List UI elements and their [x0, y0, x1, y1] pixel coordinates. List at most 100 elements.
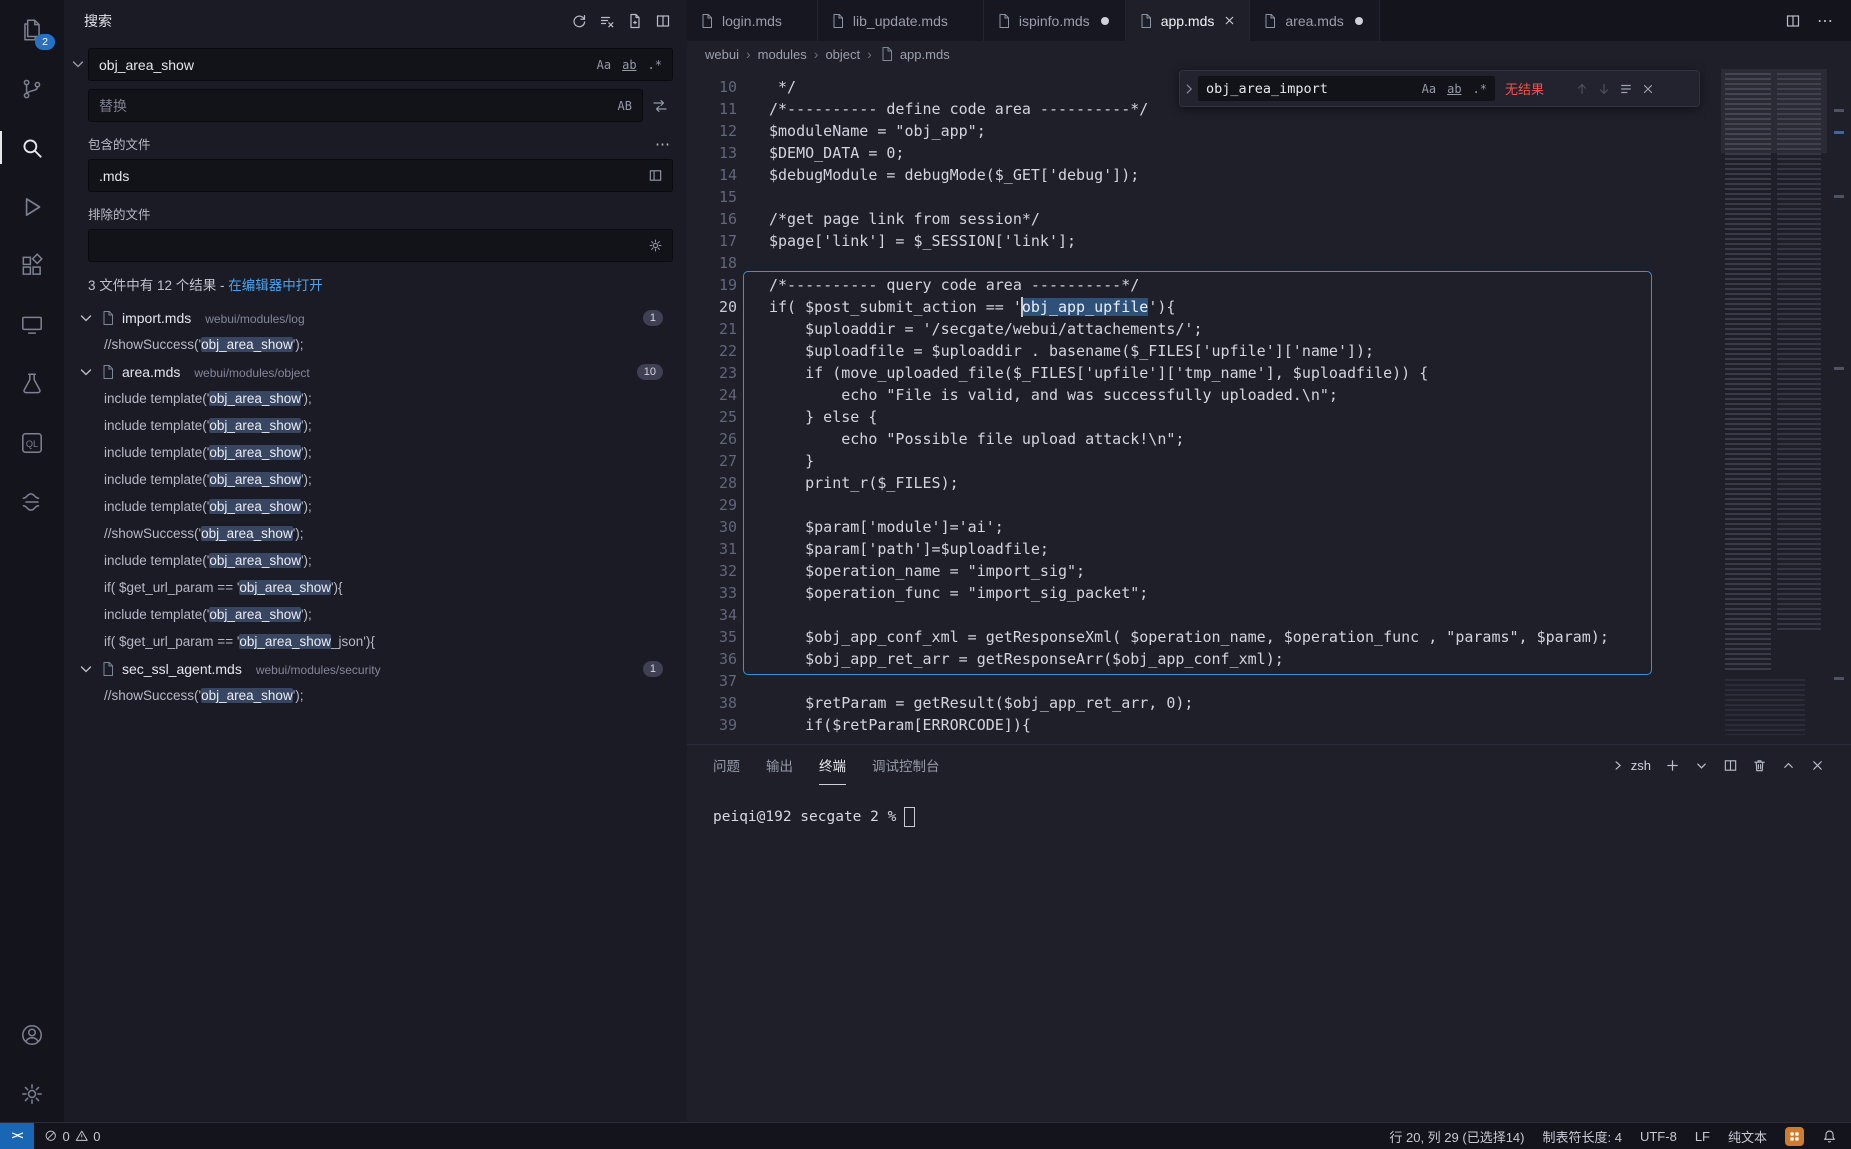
more-actions-icon[interactable]: ⋯	[1817, 11, 1833, 31]
kill-terminal-icon[interactable]	[1752, 758, 1767, 773]
eol-sequence[interactable]: LF	[1695, 1129, 1710, 1144]
maximize-panel-icon[interactable]	[1781, 758, 1796, 773]
open-results-in-editor-icon[interactable]	[655, 13, 671, 29]
preserve-case-toggle[interactable]: AB	[614, 97, 636, 115]
settings-button[interactable]	[0, 1064, 64, 1123]
notifications-bell-icon[interactable]	[1822, 1129, 1837, 1144]
modified-dot-icon[interactable]	[1097, 17, 1113, 25]
testing-button[interactable]	[0, 354, 64, 413]
tab-area-mds[interactable]: area.mds	[1250, 0, 1379, 41]
extensions-button[interactable]	[0, 236, 64, 295]
search-result-file-row[interactable]: import.mds webui/modules/log 1	[64, 304, 687, 331]
tab-login-mds[interactable]: login.mds	[687, 0, 818, 41]
open-in-editor-link[interactable]: 在编辑器中打开	[228, 278, 323, 293]
chevron-down-icon[interactable]	[78, 661, 94, 677]
match-pre: include template('	[104, 391, 209, 406]
search-open-editors-icon[interactable]	[644, 168, 666, 183]
ql-extension-button[interactable]: QL	[0, 413, 64, 472]
orange-extension-icon[interactable]	[1785, 1127, 1804, 1146]
tab-ispinfo-mds[interactable]: ispinfo.mds	[984, 0, 1126, 41]
regex-toggle[interactable]: .*	[1469, 80, 1491, 98]
tab-output[interactable]: 输出	[766, 745, 793, 785]
indentation[interactable]: 制表符长度: 4	[1543, 1127, 1622, 1146]
new-search-editor-icon[interactable]	[627, 13, 643, 29]
remote-indicator[interactable]: ><	[0, 1123, 34, 1149]
search-match-row[interactable]: include template('obj_area_show');	[64, 439, 687, 466]
remote-explorer-button[interactable]	[0, 295, 64, 354]
next-match-icon[interactable]	[1593, 78, 1615, 100]
search-match-row[interactable]: //showSuccess('obj_area_show');	[64, 520, 687, 547]
cursor-position[interactable]: 行 20, 列 29 (已选择14)	[1389, 1127, 1524, 1146]
minimap[interactable]	[1721, 67, 1827, 744]
code-text-pre: $moduleName = "obj_app";	[769, 122, 986, 140]
split-terminal-icon[interactable]	[1723, 758, 1738, 773]
modified-dot-icon[interactable]	[1351, 17, 1367, 25]
previous-match-icon[interactable]	[1571, 78, 1593, 100]
whole-word-toggle[interactable]: ab	[618, 56, 640, 74]
editor-scrollbar[interactable]	[1827, 67, 1851, 744]
match-case-toggle[interactable]: Aa	[593, 56, 615, 74]
errors-count[interactable]: 0	[63, 1129, 70, 1144]
whole-word-toggle[interactable]: ab	[1443, 80, 1465, 98]
split-editor-icon[interactable]	[1785, 13, 1801, 29]
search-match-row[interactable]: include template('obj_area_show');	[64, 601, 687, 628]
replace-input[interactable]: 替换 AB	[88, 89, 643, 122]
code-editor[interactable]: 10 */ 11/*---------- define code area --…	[687, 67, 1851, 744]
toggle-replace-chevron-icon[interactable]	[1180, 82, 1198, 96]
search-match-row[interactable]: if( $get_url_param == 'obj_area_show'){	[64, 574, 687, 601]
chevron-right-icon: ›	[814, 46, 819, 62]
regex-toggle[interactable]: .*	[644, 56, 666, 74]
tab-problems[interactable]: 问题	[713, 745, 740, 785]
match-post: ');	[301, 445, 312, 460]
breadcrumb-item[interactable]: object	[825, 47, 860, 62]
terminal-shell-item[interactable]: zsh	[1612, 758, 1651, 773]
tab-terminal[interactable]: 终端	[819, 745, 846, 785]
terminal-dropdown-icon[interactable]	[1694, 758, 1709, 773]
match-case-toggle[interactable]: Aa	[1418, 80, 1440, 98]
terminal-content[interactable]: peiqi@192 secgate 2 %	[713, 807, 1851, 827]
match-post: ');	[301, 553, 312, 568]
chevron-down-icon[interactable]	[78, 310, 94, 326]
search-match-row[interactable]: //showSuccess('obj_area_show');	[64, 682, 687, 709]
tab-app-mds[interactable]: app.mds	[1126, 0, 1251, 41]
search-match-row[interactable]: if( $get_url_param == 'obj_area_show_jso…	[64, 628, 687, 655]
files-to-exclude-input[interactable]	[88, 229, 673, 262]
search-match-row[interactable]: include template('obj_area_show');	[64, 493, 687, 520]
encoding[interactable]: UTF-8	[1640, 1129, 1677, 1144]
accounts-button[interactable]	[0, 1005, 64, 1064]
breadcrumb-file[interactable]: app.mds	[879, 46, 950, 62]
language-mode[interactable]: 纯文本	[1728, 1127, 1767, 1146]
run-debug-button[interactable]	[0, 177, 64, 236]
use-exclude-settings-gear-icon[interactable]	[644, 238, 666, 253]
find-input[interactable]: obj_area_import Aa ab .*	[1198, 76, 1495, 101]
search-input[interactable]: obj_area_show Aa ab .*	[88, 48, 673, 81]
close-icon[interactable]	[1637, 78, 1659, 100]
search-result-file-row[interactable]: sec_ssl_agent.mds webui/modules/security…	[64, 655, 687, 682]
close-panel-icon[interactable]	[1810, 758, 1825, 773]
search-match-row[interactable]: //showSuccess('obj_area_show');	[64, 331, 687, 358]
toggle-replace-button[interactable]	[68, 48, 88, 122]
refresh-icon[interactable]	[571, 13, 587, 29]
files-to-include-input[interactable]: .mds	[88, 159, 673, 192]
flow-extension-button[interactable]	[0, 472, 64, 531]
close-icon[interactable]	[1221, 14, 1237, 27]
search-details-toggle-icon[interactable]: ⋯	[655, 135, 671, 153]
find-in-selection-icon[interactable]	[1615, 78, 1637, 100]
breadcrumb-item[interactable]: webui	[705, 47, 739, 62]
replace-all-button[interactable]	[647, 93, 673, 119]
clear-search-results-icon[interactable]	[599, 13, 615, 29]
new-terminal-icon[interactable]	[1665, 758, 1680, 773]
search-result-file-row[interactable]: area.mds webui/modules/object 10	[64, 358, 687, 385]
explorer-button[interactable]: 2	[0, 0, 64, 59]
warnings-count[interactable]: 0	[93, 1129, 100, 1144]
source-control-button[interactable]	[0, 59, 64, 118]
search-match-row[interactable]: include template('obj_area_show');	[64, 466, 687, 493]
tab-lib-update-mds[interactable]: lib_update.mds	[818, 0, 984, 41]
tab-debug-console[interactable]: 调试控制台	[872, 745, 940, 785]
chevron-down-icon[interactable]	[78, 364, 94, 380]
search-match-row[interactable]: include template('obj_area_show');	[64, 547, 687, 574]
search-match-row[interactable]: include template('obj_area_show');	[64, 385, 687, 412]
search-button[interactable]	[0, 118, 64, 177]
breadcrumb-item[interactable]: modules	[758, 47, 807, 62]
search-match-row[interactable]: include template('obj_area_show');	[64, 412, 687, 439]
